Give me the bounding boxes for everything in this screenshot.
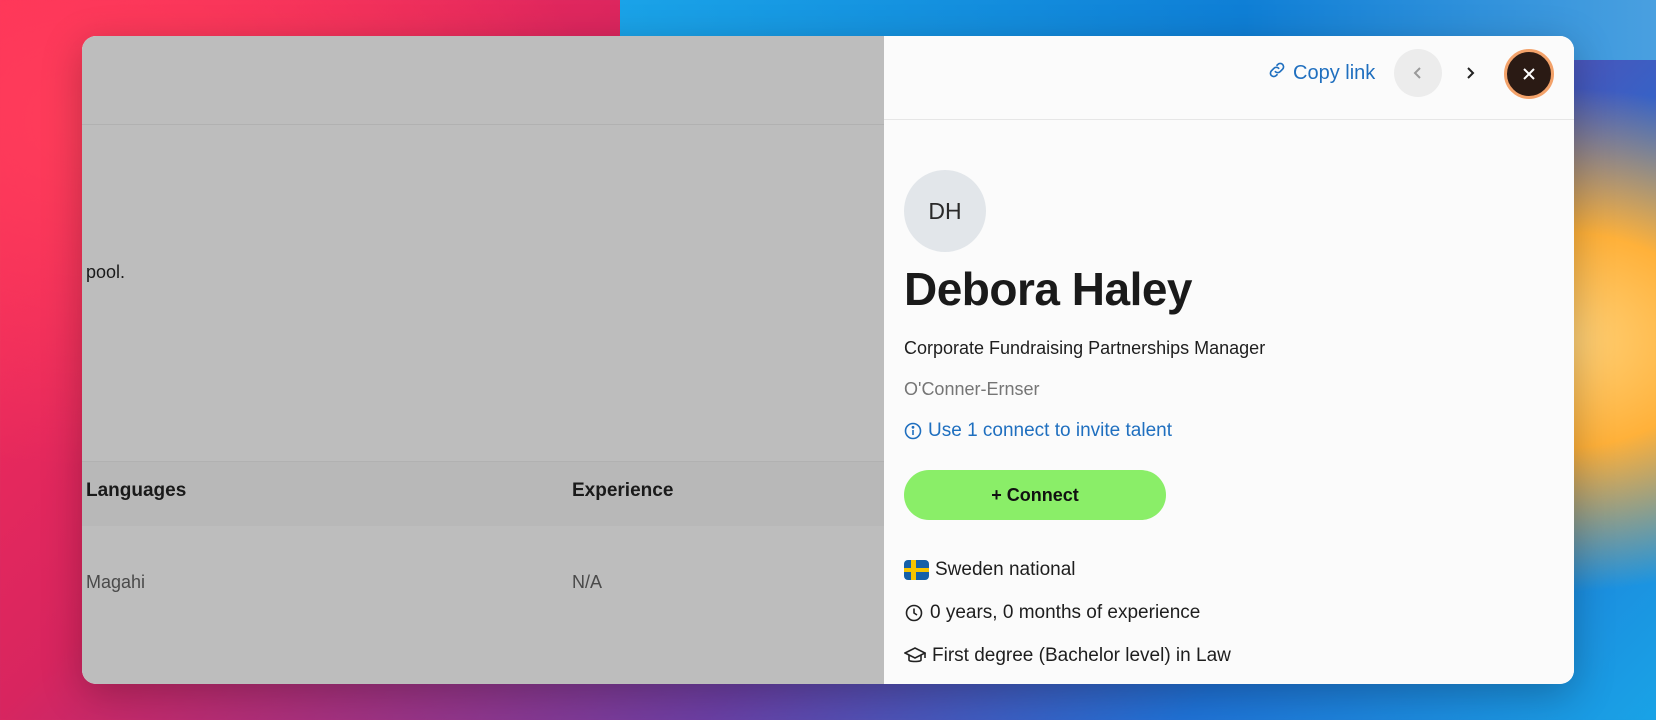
next-profile-button[interactable] xyxy=(1446,49,1494,97)
column-header-experience: Experience xyxy=(572,480,674,501)
table-cell-language: Magahi xyxy=(86,572,146,592)
info-icon xyxy=(904,422,922,440)
background-text-fragment: pool. xyxy=(86,262,126,282)
invite-hint-label: Use 1 connect to invite talent xyxy=(928,420,1172,441)
profile-drawer: Copy link DH Debora Haley Corporate Fund… xyxy=(884,36,1574,684)
education-text: First degree (Bachelor level) in Law xyxy=(932,645,1231,666)
sweden-flag-icon xyxy=(904,560,929,580)
divider xyxy=(82,124,884,125)
avatar: DH xyxy=(904,170,986,252)
chevron-left-icon xyxy=(1413,67,1421,79)
table-header-row xyxy=(82,462,884,526)
column-header-languages: Languages xyxy=(86,480,187,501)
close-icon xyxy=(1523,68,1535,80)
experience-row: 0 years, 0 months of experience xyxy=(904,602,1200,624)
chevron-right-icon xyxy=(1467,67,1475,79)
link-icon xyxy=(1267,60,1287,86)
candidate-company: O'Conner-Ernser xyxy=(904,379,1040,399)
app-window: pool. Languages Experience Magahi N/A Co… xyxy=(82,36,1574,684)
previous-profile-button[interactable] xyxy=(1394,49,1442,97)
copy-link-button[interactable]: Copy link xyxy=(1267,60,1375,86)
education-row: First degree (Bachelor level) in Law xyxy=(904,645,1231,667)
connect-button[interactable]: + Connect xyxy=(904,470,1166,520)
table-cell-experience: N/A xyxy=(572,572,603,592)
candidate-job-title: Corporate Fundraising Partnerships Manag… xyxy=(904,338,1266,358)
graduation-cap-icon xyxy=(904,647,926,663)
clock-icon xyxy=(905,604,923,622)
experience-text: 0 years, 0 months of experience xyxy=(930,602,1201,623)
candidate-name: Debora Haley xyxy=(904,263,1193,315)
nationality-row: Sweden national xyxy=(904,559,1076,581)
copy-link-label: Copy link xyxy=(1293,61,1376,84)
invite-hint-link[interactable]: Use 1 connect to invite talent xyxy=(904,420,1172,442)
close-drawer-button[interactable] xyxy=(1504,49,1554,99)
drawer-toolbar: Copy link xyxy=(884,36,1574,120)
nationality-text: Sweden national xyxy=(935,559,1076,580)
dimmed-background-panel[interactable]: pool. Languages Experience Magahi N/A xyxy=(82,36,884,684)
